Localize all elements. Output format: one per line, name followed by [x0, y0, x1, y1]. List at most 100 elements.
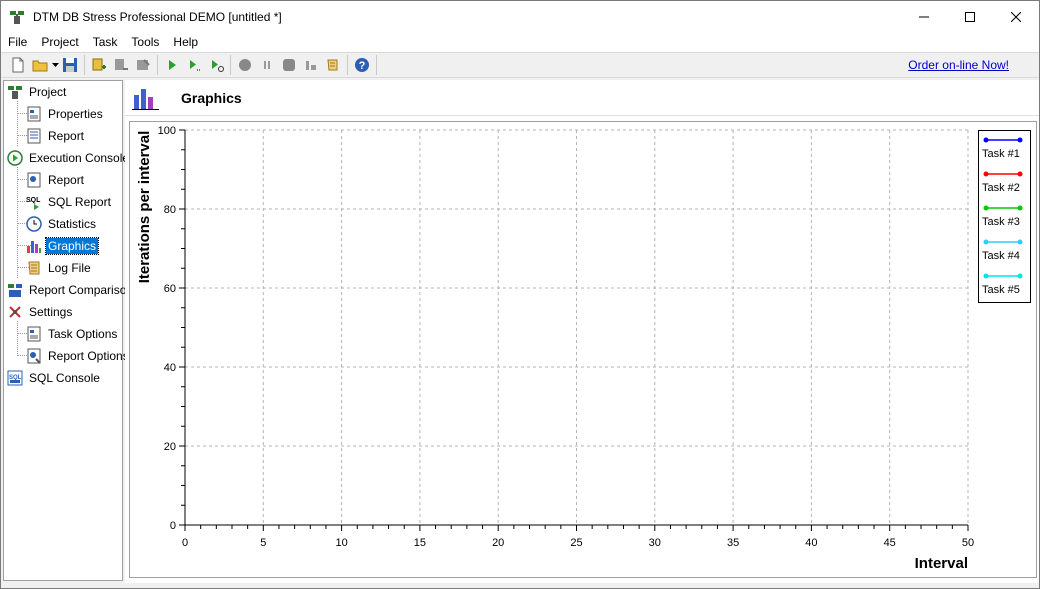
toolbar-separator	[376, 55, 377, 75]
maximize-button[interactable]	[947, 1, 993, 32]
play-step-icon	[190, 60, 200, 71]
properties-icon	[27, 106, 41, 122]
tree-item-statistics[interactable]: Statistics	[26, 214, 98, 234]
scroll-icon	[327, 59, 338, 71]
order-online-link[interactable]: Order on-line Now!	[908, 58, 1009, 72]
tree-item-label: Log File	[48, 261, 91, 275]
tree-item-graphics[interactable]: Graphics	[26, 236, 100, 256]
legend-marker	[983, 273, 989, 279]
legend-marker	[1017, 205, 1023, 211]
stop-button[interactable]	[234, 54, 256, 76]
new-button[interactable]	[7, 54, 29, 76]
report-icon	[27, 128, 41, 144]
minimize-icon	[919, 16, 929, 17]
x-tick-label: 50	[962, 537, 974, 549]
save-button[interactable]	[59, 54, 81, 76]
x-tick-label: 10	[335, 537, 347, 549]
legend-marker	[983, 137, 989, 143]
report-options-icon	[27, 348, 41, 364]
x-tick-label: 5	[260, 537, 266, 549]
tree-item-label: Settings	[29, 305, 73, 319]
run-scheduled-button[interactable]	[205, 54, 227, 76]
tree-item-task-options[interactable]: Task Options	[26, 324, 119, 344]
add-task-icon	[92, 58, 106, 71]
edit-task-button[interactable]	[132, 54, 154, 76]
toolbar-separator	[230, 55, 231, 75]
toolbar-separator	[347, 55, 348, 75]
tree-connector	[17, 321, 18, 356]
toolbar: ? Order on-line Now!	[1, 52, 1039, 78]
y-tick-label: 60	[164, 283, 176, 295]
menu-project[interactable]: Project	[34, 32, 85, 52]
x-tick-label: 45	[884, 537, 896, 549]
reset-button[interactable]	[300, 54, 322, 76]
pause-button[interactable]	[256, 54, 278, 76]
tree-item-project-report[interactable]: Report	[26, 126, 86, 146]
tree-item-label: Report	[48, 173, 85, 187]
x-tick-label: 40	[805, 537, 817, 549]
toolbar-separator	[84, 55, 85, 75]
menu-tools[interactable]: Tools	[124, 32, 166, 52]
open-folder-icon	[32, 60, 48, 72]
legend-label: Task #1	[982, 148, 1020, 160]
sql-report-icon: SQL	[26, 197, 41, 210]
tree-item-label: Report Options	[48, 349, 129, 363]
stop-icon	[239, 59, 251, 71]
help-button[interactable]: ?	[351, 54, 373, 76]
report-comparison-icon	[8, 284, 22, 297]
main-panel: Graphics 0 5 10 15 20 25 30 35 40 45 50 0 20 40 60 80 10…	[125, 80, 1039, 583]
tree-item-settings[interactable]: Settings	[7, 302, 74, 322]
x-tick-label: 35	[727, 537, 739, 549]
tree-item-report-options[interactable]: Report Options	[26, 346, 131, 366]
legend-marker	[1017, 137, 1023, 143]
open-button[interactable]	[29, 54, 51, 76]
tree-item-log-file[interactable]: Log File	[26, 258, 93, 278]
legend-marker	[983, 171, 989, 177]
tree-item-label: Graphics	[44, 237, 100, 255]
panel-header: Graphics	[125, 80, 1039, 116]
x-tick-label: 20	[492, 537, 504, 549]
tree-item-sql-report[interactable]: SQL SQL Report	[26, 192, 113, 212]
stop-all-button[interactable]	[278, 54, 300, 76]
menu-help[interactable]: Help	[166, 32, 205, 52]
tree-item-execution-console[interactable]: Execution Console	[7, 148, 131, 168]
tree-item-report-comparison[interactable]: Report Comparison	[7, 280, 135, 300]
tree-connector	[17, 101, 18, 146]
app-window: DTM DB Stress Professional DEMO [untitle…	[0, 0, 1040, 589]
x-tick-label: 0	[182, 537, 188, 549]
tree-item-label: Report	[48, 129, 85, 143]
play-icon	[169, 60, 176, 70]
svg-text:SQL: SQL	[26, 197, 41, 204]
tree-item-label: Report Comparison	[29, 283, 134, 297]
reset-icon	[306, 61, 316, 70]
run-step-button[interactable]	[183, 54, 205, 76]
y-tick-label: 40	[164, 362, 176, 374]
log-button[interactable]	[322, 54, 344, 76]
run-button[interactable]	[161, 54, 183, 76]
remove-task-button[interactable]	[110, 54, 132, 76]
report-icon	[27, 172, 41, 188]
tree-item-sql-console[interactable]: SQL SQL Console	[7, 368, 102, 388]
tree-item-project[interactable]: Project	[7, 82, 68, 102]
open-dropdown-button[interactable]	[51, 54, 59, 76]
add-task-button[interactable]	[88, 54, 110, 76]
menu-bar: File Project Task Tools Help	[1, 32, 1039, 52]
close-button[interactable]	[993, 1, 1039, 32]
tree-item-properties[interactable]: Properties	[26, 104, 105, 124]
y-axis-label: Iterations per interval	[136, 131, 153, 284]
y-tick-label: 0	[170, 520, 176, 532]
chart-grid	[185, 129, 969, 525]
x-axis-label: Interval	[915, 555, 968, 572]
menu-task[interactable]: Task	[86, 32, 125, 52]
app-icon	[10, 10, 24, 24]
page-title: Graphics	[181, 89, 242, 106]
tree-item-label: Properties	[48, 107, 103, 121]
maximize-icon	[965, 11, 975, 22]
execution-console-icon	[7, 150, 23, 166]
menu-file[interactable]: File	[1, 32, 34, 52]
chart-area: 0 5 10 15 20 25 30 35 40 45 50 0 20 40 60 80 100 Interva…	[129, 121, 1037, 578]
minimize-button[interactable]	[901, 1, 947, 32]
tree-item-console-report[interactable]: Report	[26, 170, 86, 190]
y-tick-label: 80	[164, 204, 176, 216]
tree-item-label: SQL Report	[48, 195, 111, 209]
